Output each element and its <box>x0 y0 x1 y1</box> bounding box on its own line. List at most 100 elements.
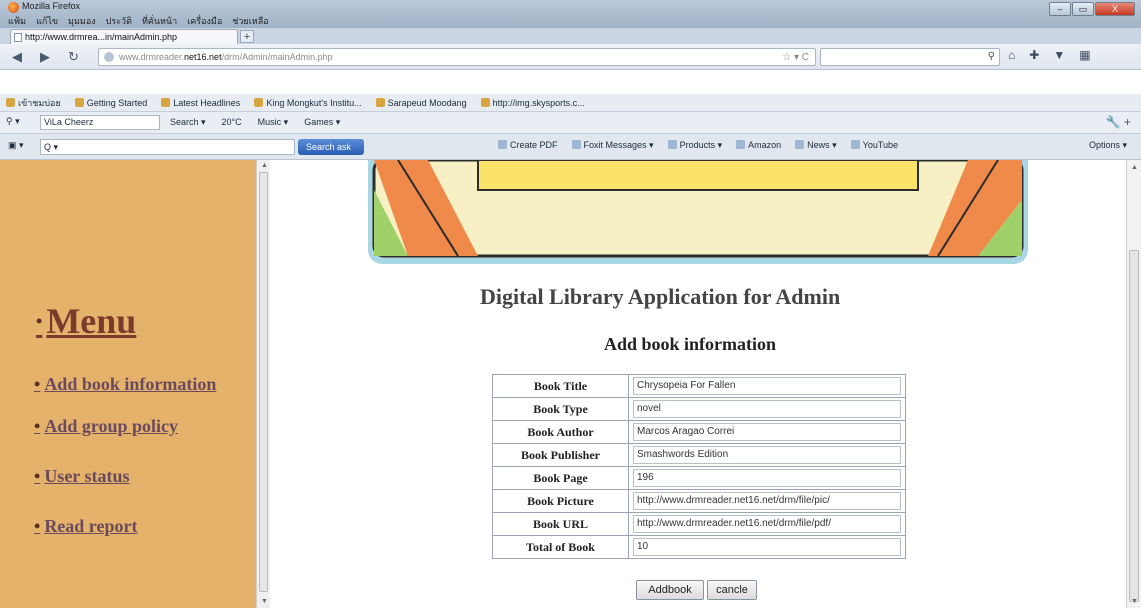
label-book-picture: Book Picture <box>492 489 629 513</box>
toolbar-weather[interactable]: 20°C <box>222 117 242 128</box>
new-tab-button[interactable]: + <box>240 30 254 43</box>
page-scrollbar[interactable]: ▲ ▼ <box>1126 160 1141 608</box>
toolbar-music[interactable]: Music ▾ <box>258 117 289 128</box>
navigation-bar: ◀ ▶ ↻ www.drmreader.net16.net/drm/Admin/… <box>0 44 1141 70</box>
menu-title: Menu <box>36 300 136 342</box>
menu-history[interactable]: ประวัติ <box>104 14 134 28</box>
amazon-button[interactable]: Amazon <box>736 140 781 151</box>
window-title: Mozilla Firefox <box>22 1 81 11</box>
toolbar-icon[interactable]: ▣ ▾ <box>8 140 24 151</box>
menu-help[interactable]: ช่วยเหลือ <box>230 14 270 28</box>
url-suffix: /drm/Admin/mainAdmin.php <box>221 52 333 62</box>
close-button[interactable]: X <box>1095 2 1135 16</box>
bookmark-latest-headlines[interactable]: Latest Headlines <box>161 94 240 111</box>
nav-right-icons: ⌂ ✚ ▼ ▦ <box>1008 48 1091 62</box>
menu-link-add-book[interactable]: Add book information <box>34 374 216 395</box>
firefox-icon <box>8 2 19 13</box>
page-scroll-up-icon[interactable]: ▲ <box>1131 164 1138 171</box>
downloads-icon[interactable]: ▼ <box>1053 48 1065 62</box>
menu-view[interactable]: มุมมอง <box>66 14 98 28</box>
form-row-url: Book URL http://www.drmreader.net16.net/… <box>492 512 906 536</box>
menu-edit[interactable]: แก้ไข <box>34 14 60 28</box>
sidebar: Menu Add book information Add group poli… <box>0 160 256 608</box>
bookmark-skysports[interactable]: http://img.skysports.c... <box>481 94 585 111</box>
bookmarks-bar: เข้าชมบ่อย Getting Started Latest Headli… <box>0 94 1141 112</box>
bookmark-most-visited[interactable]: เข้าชมบ่อย <box>6 94 61 111</box>
reload-button[interactable]: ↻ <box>68 49 79 65</box>
menu-bar: แฟ้ม แก้ไข มุมมอง ประวัติ ที่คั่นหน้า เค… <box>6 14 271 28</box>
label-book-url: Book URL <box>492 512 629 536</box>
ask-toolbar: ⚲ ▾ ViLa Cheerz Search ▾ 20°C Music ▾ Ga… <box>0 112 1141 134</box>
toolbar-search-input[interactable]: Q ▾ <box>40 139 295 155</box>
forward-button[interactable]: ▶ <box>40 49 50 65</box>
label-book-type: Book Type <box>492 397 629 421</box>
sidebar-scrollbar[interactable]: ▲ ▼ <box>256 160 270 608</box>
page-scroll-thumb[interactable] <box>1129 250 1139 602</box>
toolbar-games[interactable]: Games ▾ <box>304 117 340 128</box>
profile-search-icon[interactable]: ⚲ ▾ <box>6 116 20 127</box>
toolbar-items: Search ▾ 20°C Music ▾ Games ▾ <box>170 117 340 128</box>
profile-select[interactable]: ViLa Cheerz <box>40 115 160 130</box>
menu-bookmarks[interactable]: ที่คั่นหน้า <box>140 14 179 28</box>
addons-icon[interactable]: ✚ <box>1029 48 1039 62</box>
label-book-author: Book Author <box>492 420 629 444</box>
search-icon: ⚲ <box>987 51 995 62</box>
extension-icon[interactable]: ▦ <box>1079 48 1090 62</box>
scroll-up-icon[interactable]: ▲ <box>261 162 268 169</box>
addbook-button[interactable]: Addbook <box>636 580 704 600</box>
form-row-page: Book Page 196 <box>492 466 906 490</box>
book-url-input[interactable]: http://www.drmreader.net16.net/drm/file/… <box>633 515 901 533</box>
bookmark-king-mongkut[interactable]: King Mongkut's Institu... <box>254 94 361 111</box>
wrench-icon[interactable]: 🔧 + <box>1106 115 1131 129</box>
toolbar-search-button[interactable]: Search ask <box>298 139 364 155</box>
total-of-book-input[interactable]: 10 <box>633 538 901 556</box>
menu-file[interactable]: แฟ้ม <box>6 14 28 28</box>
address-bar[interactable]: www.drmreader.net16.net/drm/Admin/mainAd… <box>98 48 816 66</box>
minimize-button[interactable]: – <box>1049 2 1071 16</box>
toolbar-search[interactable]: Search ▾ <box>170 117 206 128</box>
browser-window: Mozilla Firefox แฟ้ม แก้ไข มุมมอง ประวัต… <box>0 0 1141 608</box>
book-picture-input[interactable]: http://www.drmreader.net16.net/drm/file/… <box>633 492 901 510</box>
label-book-publisher: Book Publisher <box>492 443 629 467</box>
news-button[interactable]: News ▾ <box>795 140 837 151</box>
book-publisher-input[interactable]: Smashwords Edition <box>633 446 901 464</box>
banner-graphic <box>372 160 1024 258</box>
tab-main-admin[interactable]: http://www.drmrea...in/mainAdmin.php <box>10 29 238 44</box>
label-book-title: Book Title <box>492 374 629 398</box>
menu-tools[interactable]: เครื่องมือ <box>185 14 224 28</box>
bookmark-getting-started[interactable]: Getting Started <box>75 94 148 111</box>
book-author-input[interactable]: Marcos Aragao Correi <box>633 423 901 441</box>
menu-link-read-report[interactable]: Read report <box>34 516 137 537</box>
book-title-input[interactable]: Chrysopeia For Fallen <box>633 377 901 395</box>
page-scroll-down-icon[interactable]: ▼ <box>1131 598 1138 605</box>
home-icon[interactable]: ⌂ <box>1008 48 1015 62</box>
foxit-messages-button[interactable]: Foxit Messages ▾ <box>572 140 654 151</box>
url-tools[interactable]: ☆ ▾ C <box>782 50 809 66</box>
form-row-picture: Book Picture http://www.drmreader.net16.… <box>492 489 906 513</box>
form-title: Add book information <box>604 334 777 354</box>
scroll-down-icon[interactable]: ▼ <box>261 598 268 605</box>
sidebar-scroll-thumb[interactable] <box>259 172 268 592</box>
label-book-page: Book Page <box>492 466 629 490</box>
site-identity-icon[interactable] <box>104 52 114 62</box>
maximize-button[interactable]: ▭ <box>1072 2 1094 16</box>
options-button[interactable]: Options ▾ <box>1089 140 1127 151</box>
search-toolbar: ▣ ▾ Q ▾ Search ask Create PDF Foxit Mess… <box>0 134 1141 160</box>
create-pdf-button[interactable]: Create PDF <box>498 140 558 151</box>
form-row-publisher: Book Publisher Smashwords Edition <box>492 443 906 467</box>
web-search-box[interactable]: ⚲ <box>820 48 1000 66</box>
menu-link-user-status[interactable]: User status <box>34 466 129 487</box>
add-book-form: Book Title Chrysopeia For Fallen Book Ty… <box>492 374 906 559</box>
tab-label: http://www.drmrea...in/mainAdmin.php <box>25 32 178 42</box>
cancel-button[interactable]: cancle <box>707 580 757 600</box>
bookmark-sarapeud[interactable]: Sarapeud Moodang <box>376 94 467 111</box>
form-row-title: Book Title Chrysopeia For Fallen <box>492 374 906 398</box>
products-button[interactable]: Products ▾ <box>668 140 723 151</box>
page-title: Digital Library Application for Admin <box>480 284 841 309</box>
youtube-button[interactable]: YouTube <box>851 140 898 151</box>
back-button[interactable]: ◀ <box>12 49 22 65</box>
book-page-input[interactable]: 196 <box>633 469 901 487</box>
menu-link-add-group-policy[interactable]: Add group policy <box>34 416 178 437</box>
tab-strip: http://www.drmrea...in/mainAdmin.php + <box>0 28 1141 44</box>
book-type-input[interactable]: novel <box>633 400 901 418</box>
